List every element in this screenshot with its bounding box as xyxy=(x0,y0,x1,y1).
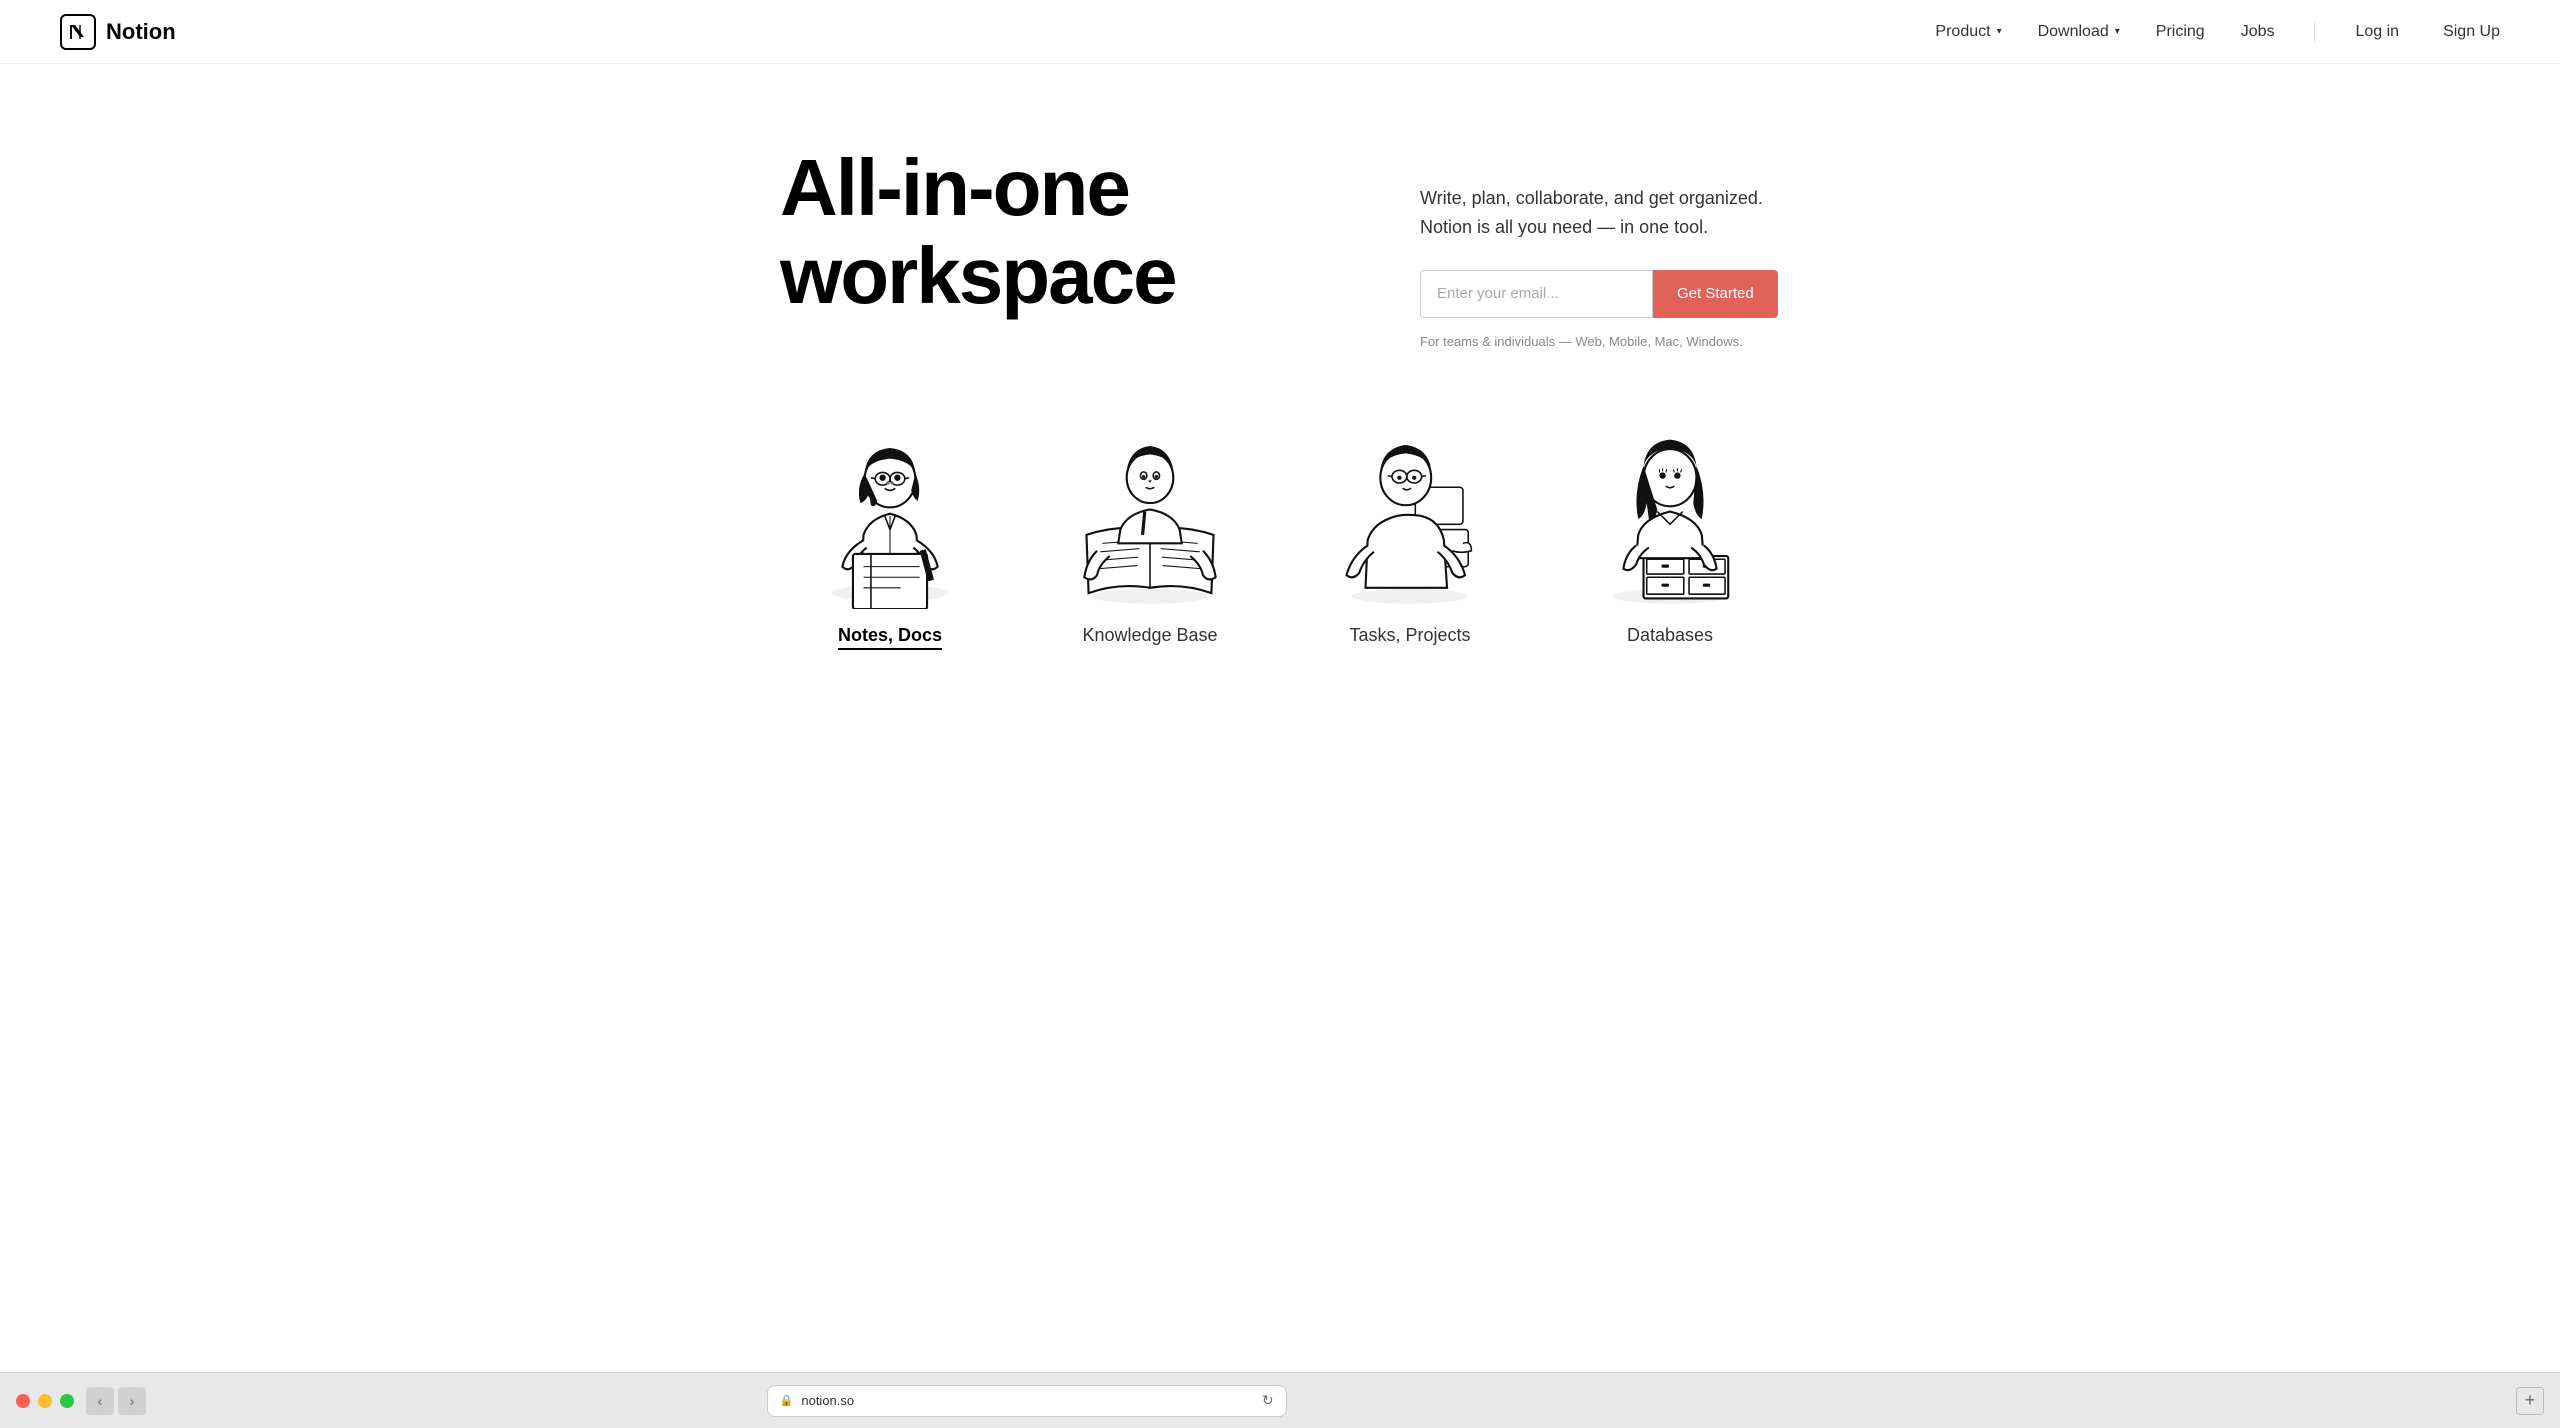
nav-item-jobs[interactable]: Jobs xyxy=(2241,23,2275,41)
navbar: Notion Product ▾ Download ▾ Pricing xyxy=(0,0,2560,64)
hero-desc-line2: Notion is all you need — in one tool. xyxy=(1420,217,1708,237)
feature-databases[interactable]: Databases xyxy=(1570,429,1770,650)
databases-illustration xyxy=(1570,429,1770,609)
pricing-label: Pricing xyxy=(2156,23,2205,41)
nav-item-signup[interactable]: Sign Up xyxy=(2435,23,2500,41)
feature-label-tasks: Tasks, Projects xyxy=(1349,625,1470,646)
hero-desc-line1: Write, plan, collaborate, and get organi… xyxy=(1420,188,1763,208)
feature-label-db: Databases xyxy=(1627,625,1713,646)
feature-label-kb: Knowledge Base xyxy=(1082,625,1217,646)
nav-item-pricing[interactable]: Pricing xyxy=(2156,23,2205,41)
reload-button[interactable]: ↻ xyxy=(1262,1392,1274,1409)
email-input[interactable] xyxy=(1420,270,1653,318)
hero-form: Get Started xyxy=(1420,270,1778,318)
notes-docs-illustration xyxy=(790,429,990,609)
platforms-text: For teams & individuals — Web, Mobile, M… xyxy=(1420,334,1778,349)
product-label: Product xyxy=(1935,23,1990,41)
close-window-button[interactable] xyxy=(16,1394,30,1408)
logo-icon xyxy=(60,14,96,50)
nav-item-download[interactable]: Download ▾ xyxy=(2038,23,2120,41)
signup-label: Sign Up xyxy=(2443,23,2500,41)
download-label: Download xyxy=(2038,23,2109,41)
logo-text: Notion xyxy=(106,19,176,45)
hero-description: Write, plan, collaborate, and get organi… xyxy=(1420,184,1778,242)
nav-divider xyxy=(2314,22,2315,42)
browser-nav: ‹ › xyxy=(86,1387,146,1415)
product-chevron: ▾ xyxy=(1997,26,2002,37)
page: Notion Product ▾ Download ▾ Pricing xyxy=(0,0,2560,1372)
minimize-window-button[interactable] xyxy=(38,1394,52,1408)
feature-label-notes: Notes, Docs xyxy=(838,625,942,650)
url-text: notion.so xyxy=(801,1393,854,1408)
hero-section: All-in-one workspace Write, plan, collab… xyxy=(580,64,1980,389)
new-tab-button[interactable]: + xyxy=(2516,1387,2544,1415)
browser-window-buttons xyxy=(16,1394,74,1408)
nav-links: Product ▾ Download ▾ Pricing Jobs xyxy=(1935,22,2500,42)
download-chevron: ▾ xyxy=(2115,26,2120,37)
back-button[interactable]: ‹ xyxy=(86,1387,114,1415)
logo-link[interactable]: Notion xyxy=(60,14,176,50)
url-bar[interactable]: 🔒 notion.so ↻ xyxy=(767,1385,1287,1417)
maximize-window-button[interactable] xyxy=(60,1394,74,1408)
tasks-illustration xyxy=(1310,429,1510,609)
feature-tasks[interactable]: Tasks, Projects xyxy=(1310,429,1510,650)
nav-item-login[interactable]: Log in xyxy=(2355,23,2399,41)
lock-icon: 🔒 xyxy=(780,1394,794,1407)
jobs-label: Jobs xyxy=(2241,23,2275,41)
feature-notes-docs[interactable]: Notes, Docs xyxy=(790,429,990,650)
knowledge-base-illustration xyxy=(1050,429,1250,609)
feature-knowledge-base[interactable]: Knowledge Base xyxy=(1050,429,1250,650)
features-section: Notes, Docs xyxy=(580,389,1980,710)
get-started-button[interactable]: Get Started xyxy=(1653,270,1778,318)
browser-chrome: ‹ › 🔒 notion.so ↻ + xyxy=(0,1372,2560,1428)
nav-item-product[interactable]: Product ▾ xyxy=(1935,23,2001,41)
hero-title: All-in-one workspace xyxy=(780,144,1340,320)
login-label: Log in xyxy=(2355,23,2399,41)
forward-button[interactable]: › xyxy=(118,1387,146,1415)
hero-right: Write, plan, collaborate, and get organi… xyxy=(1420,144,1778,349)
